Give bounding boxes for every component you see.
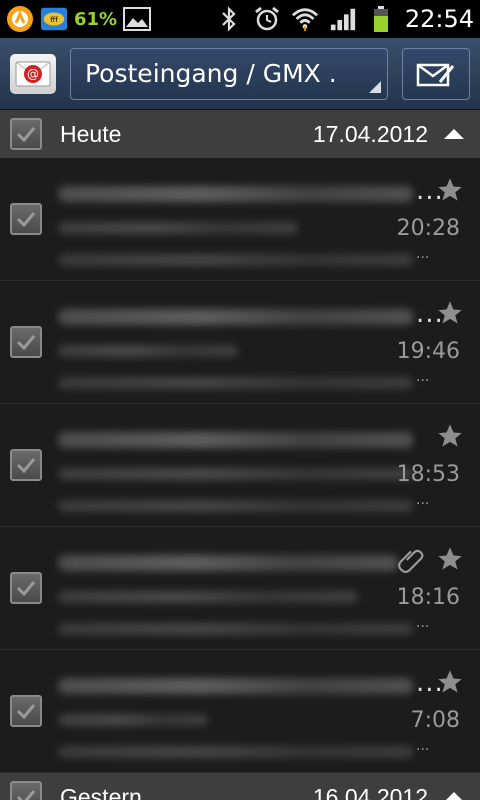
ellipsis: ... xyxy=(416,738,430,754)
mail-select-checkbox[interactable] xyxy=(10,326,42,358)
redacted-sender xyxy=(58,309,413,325)
folder-select-label: Posteingang / GMX . xyxy=(85,59,337,88)
svg-text:@: @ xyxy=(27,67,39,81)
mail-time: 18:16 xyxy=(396,585,460,610)
redacted-subject xyxy=(58,468,413,480)
signal-strength-icon xyxy=(329,5,357,33)
redacted-sender xyxy=(58,678,413,694)
mail-time: 7:08 xyxy=(410,708,460,733)
mail-time: 18:53 xyxy=(396,462,460,487)
compose-button[interactable] xyxy=(402,47,470,100)
app-notification-icon xyxy=(6,5,34,33)
collapse-caret-icon[interactable] xyxy=(444,129,464,139)
star-icon[interactable] xyxy=(436,299,464,327)
group-header-today[interactable]: Heute 17.04.2012 xyxy=(0,110,480,158)
star-icon[interactable] xyxy=(436,176,464,204)
check-icon xyxy=(16,335,36,350)
mail-select-checkbox[interactable] xyxy=(10,572,42,604)
compose-icon xyxy=(416,63,455,86)
redacted-subject xyxy=(58,591,358,603)
ellipsis: ... xyxy=(416,615,430,631)
mail-content: ... ... 20:28 xyxy=(58,158,470,280)
collapse-caret-icon[interactable] xyxy=(444,792,464,800)
bluetooth-icon xyxy=(215,5,243,33)
dropdown-corner-icon xyxy=(369,80,381,93)
mail-item[interactable]: ... ... 20:28 xyxy=(0,158,480,281)
mail-app-icon[interactable]: @ xyxy=(10,53,56,94)
group-select-checkbox[interactable] xyxy=(10,781,42,800)
ellipsis: ... xyxy=(416,369,430,385)
group-date: 16.04.2012 xyxy=(312,783,428,800)
star-icon[interactable] xyxy=(436,545,464,573)
group-header-yesterday[interactable]: Gestern 16.04.2012 xyxy=(0,773,480,800)
group-label: Gestern xyxy=(60,783,142,800)
mail-select-checkbox[interactable] xyxy=(10,449,42,481)
check-icon xyxy=(16,127,36,142)
redacted-preview xyxy=(58,746,413,758)
mail-content: ... 18:16 xyxy=(58,527,470,649)
group-select-checkbox[interactable] xyxy=(10,118,42,150)
group-date: 17.04.2012 xyxy=(312,120,428,147)
mail-item[interactable]: ... ... 7:08 xyxy=(0,650,480,773)
group-label: Heute xyxy=(60,120,122,147)
star-icon[interactable] xyxy=(436,668,464,696)
redacted-subject xyxy=(58,345,238,357)
news-notification-icon: fff xyxy=(40,5,68,33)
check-icon xyxy=(16,581,36,596)
svg-text:fff: fff xyxy=(50,15,58,24)
folder-select-dropdown[interactable]: Posteingang / GMX . xyxy=(70,47,388,100)
alarm-icon xyxy=(253,5,281,33)
mail-content: ... 18:53 xyxy=(58,404,470,526)
mail-content: ... ... 19:46 xyxy=(58,281,470,403)
star-icon[interactable] xyxy=(436,422,464,450)
check-icon xyxy=(16,790,36,800)
redacted-preview xyxy=(58,500,413,512)
mail-select-checkbox[interactable] xyxy=(10,203,42,235)
attachment-icon xyxy=(398,549,424,573)
battery-percent-text: 61% xyxy=(74,8,118,30)
mail-item[interactable]: ... 18:16 xyxy=(0,527,480,650)
gallery-notification-icon xyxy=(123,5,152,33)
redacted-preview xyxy=(58,377,413,389)
wifi-icon xyxy=(291,5,319,33)
redacted-sender xyxy=(58,186,413,202)
battery-icon xyxy=(367,5,395,33)
mail-time: 20:28 xyxy=(396,216,460,241)
mail-select-checkbox[interactable] xyxy=(10,695,42,727)
mail-item[interactable]: ... ... 19:46 xyxy=(0,281,480,404)
redacted-sender xyxy=(58,555,398,571)
clock-time: 22:54 xyxy=(404,5,474,33)
redacted-sender xyxy=(58,432,413,448)
redacted-preview xyxy=(58,254,413,266)
ellipsis: ... xyxy=(416,492,430,508)
status-bar: fff 61% 22:54 xyxy=(0,0,480,38)
check-icon xyxy=(16,458,36,473)
redacted-subject xyxy=(58,714,208,726)
mail-list: ... ... 20:28 ... ... 19:46 ... 18:53 ..… xyxy=(0,158,480,773)
redacted-preview xyxy=(58,623,413,635)
mail-content: ... ... 7:08 xyxy=(58,650,470,772)
redacted-subject xyxy=(58,222,298,234)
action-bar: @ Posteingang / GMX . xyxy=(0,38,480,110)
mail-time: 19:46 xyxy=(396,339,460,364)
check-icon xyxy=(16,212,36,227)
check-icon xyxy=(16,704,36,719)
ellipsis: ... xyxy=(416,246,430,262)
mail-item[interactable]: ... 18:53 xyxy=(0,404,480,527)
